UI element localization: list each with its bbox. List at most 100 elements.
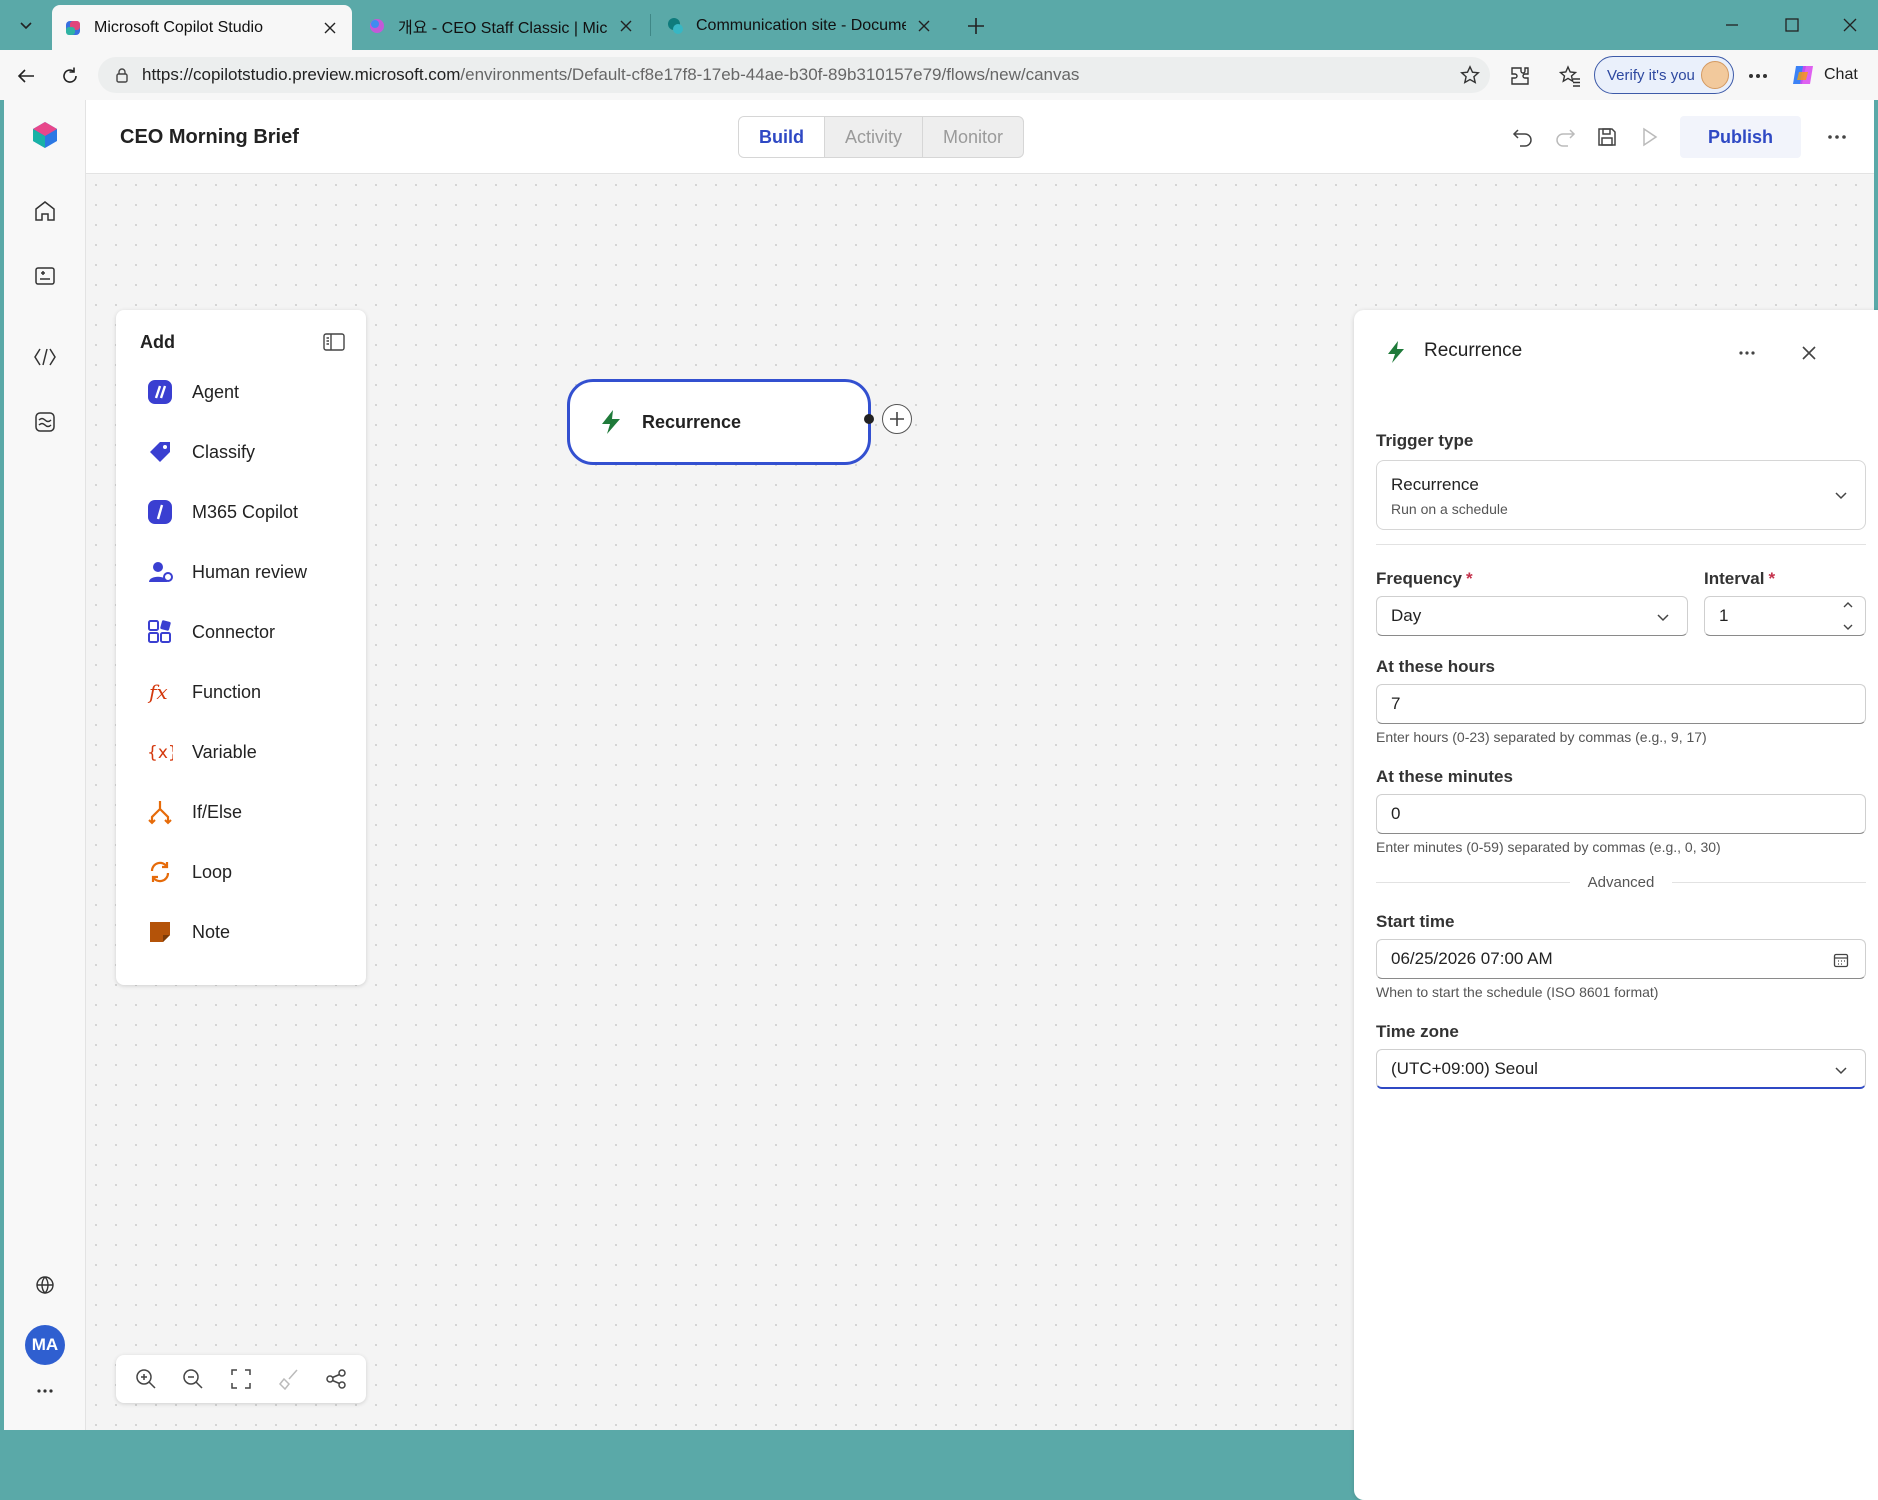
publish-button[interactable]: Publish [1680,116,1802,158]
site-info-icon[interactable] [108,67,136,83]
user-avatar[interactable]: MA [25,1325,65,1365]
frequency-dropdown[interactable]: Day [1376,596,1688,636]
close-tab-icon[interactable] [320,18,340,38]
zoom-in-button[interactable] [131,1364,161,1394]
interval-stepper[interactable]: 1 [1704,596,1866,636]
add-item-loop[interactable]: Loop [146,852,356,892]
start-time-input[interactable]: 06/25/2026 07:00 AM [1376,939,1866,979]
verify-identity-button[interactable]: Verify it's you [1594,56,1734,94]
flows-nav-button[interactable] [26,403,64,441]
add-item-if-else[interactable]: If/Else [146,792,356,832]
back-button[interactable] [10,60,42,92]
tab-list-button[interactable] [8,8,44,42]
loop-icon [146,858,174,886]
add-item-connector[interactable]: Connector [146,612,356,652]
test-run-button[interactable] [1634,122,1664,152]
more-rail-button[interactable] [26,1372,64,1410]
start-time-hint: When to start the schedule (ISO 8601 for… [1376,984,1659,1000]
add-item-label: Function [192,681,262,702]
address-bar[interactable]: https://copilotstudio.preview.microsoft.… [98,57,1490,93]
trigger-type-value: Recurrence [1391,475,1479,494]
tag-icon [146,438,174,466]
note-icon [146,918,174,946]
tab-monitor[interactable]: Monitor [922,117,1023,157]
add-item-note[interactable]: Note [146,912,356,952]
add-panel-title: Add [140,332,175,352]
extensions-icon[interactable] [1506,62,1534,90]
close-window-button[interactable] [1830,8,1870,42]
add-item-human-review[interactable]: Human review [146,552,356,592]
branch-icon [146,798,174,826]
tab-communication-site[interactable]: Communication site - Documents [654,6,946,46]
close-tab-icon[interactable] [616,16,636,36]
tab-build[interactable]: Build [739,117,824,157]
favorite-star-icon[interactable] [1458,63,1482,87]
trigger-type-dropdown[interactable]: Recurrence Run on a schedule [1376,460,1866,530]
panel-more-button[interactable] [1732,338,1762,368]
zoom-out-button[interactable] [178,1364,208,1394]
add-item-label: M365 Copilot [192,501,299,522]
chevron-down-icon [1831,1060,1851,1080]
close-tab-icon[interactable] [914,16,934,36]
ellipsis-icon [1739,351,1755,355]
favorites-icon[interactable] [1556,62,1584,90]
zoom-in-icon [136,1369,156,1389]
copilot-studio-logo-icon [33,122,57,148]
advanced-section-divider: Advanced [1376,872,1866,892]
tab-ceo-staff[interactable]: 개요 - CEO Staff Classic | Microsoft [356,6,648,46]
start-time-value: 06/25/2026 07:00 AM [1391,949,1553,968]
hours-input[interactable]: 7 [1376,684,1866,724]
tidy-button[interactable] [274,1364,304,1394]
tab-activity[interactable]: Activity [824,117,922,157]
recurrence-node[interactable]: Recurrence [567,379,871,465]
calendar-icon[interactable] [1831,950,1851,970]
redo-button[interactable] [1550,122,1580,152]
minutes-input[interactable]: 0 [1376,794,1866,834]
time-zone-dropdown[interactable]: (UTC+09:00) Seoul [1376,1049,1866,1089]
share-graph-button[interactable] [321,1364,351,1394]
node-label: Recurrence [642,411,742,432]
add-item-label: Note [192,921,231,942]
graph-icon [326,1369,346,1389]
plus-icon [890,412,904,426]
create-nav-button[interactable] [26,257,64,295]
create-icon [35,267,55,285]
save-button[interactable] [1592,122,1622,152]
environment-button[interactable] [26,1266,64,1304]
fit-view-button[interactable] [226,1364,256,1394]
maximize-button[interactable] [1772,8,1812,42]
new-tab-button[interactable] [960,10,992,42]
undo-button[interactable] [1508,122,1538,152]
node-connector-dot [864,414,874,424]
chevron-down-icon [1843,624,1853,630]
tab-title: 개요 - CEO Staff Classic | Microsoft [398,20,608,37]
flow-canvas[interactable]: Add Agent Classify M365 Copilot Human re… [86,175,1878,1500]
add-item-agent[interactable]: Agent [146,372,356,412]
maximize-icon [1785,18,1799,32]
home-icon [35,201,55,221]
add-item-m365-copilot[interactable]: M365 Copilot [146,492,356,532]
panel-close-button[interactable] [1794,338,1824,368]
copilot-favicon-icon [370,19,384,33]
minutes-hint: Enter minutes (0-59) separated by commas… [1376,839,1721,855]
refresh-icon [63,67,77,83]
tab-title: Microsoft Copilot Studio [94,18,263,36]
tab-copilot-studio[interactable]: Microsoft Copilot Studio [52,5,352,50]
header-more-button[interactable] [1822,122,1852,152]
minimize-button[interactable] [1712,8,1752,42]
add-item-variable[interactable]: {x} Variable [146,732,356,772]
copilot-chat-button[interactable]: Chat [1790,62,1858,88]
more-options-icon[interactable] [1744,62,1772,90]
add-step-button[interactable] [882,404,912,434]
copilot-studio-logo[interactable] [26,116,64,154]
refresh-button[interactable] [54,60,86,92]
minimize-icon [1726,24,1738,26]
spin-buttons[interactable] [1841,601,1855,631]
home-nav-button[interactable] [26,192,64,230]
variable-icon: {x} [146,738,174,766]
agent-icon [146,378,174,406]
add-item-classify[interactable]: Classify [146,432,356,472]
add-item-function[interactable]: fx Function [146,672,356,712]
agents-nav-button[interactable] [26,338,64,376]
collapse-panel-icon[interactable] [322,330,346,354]
